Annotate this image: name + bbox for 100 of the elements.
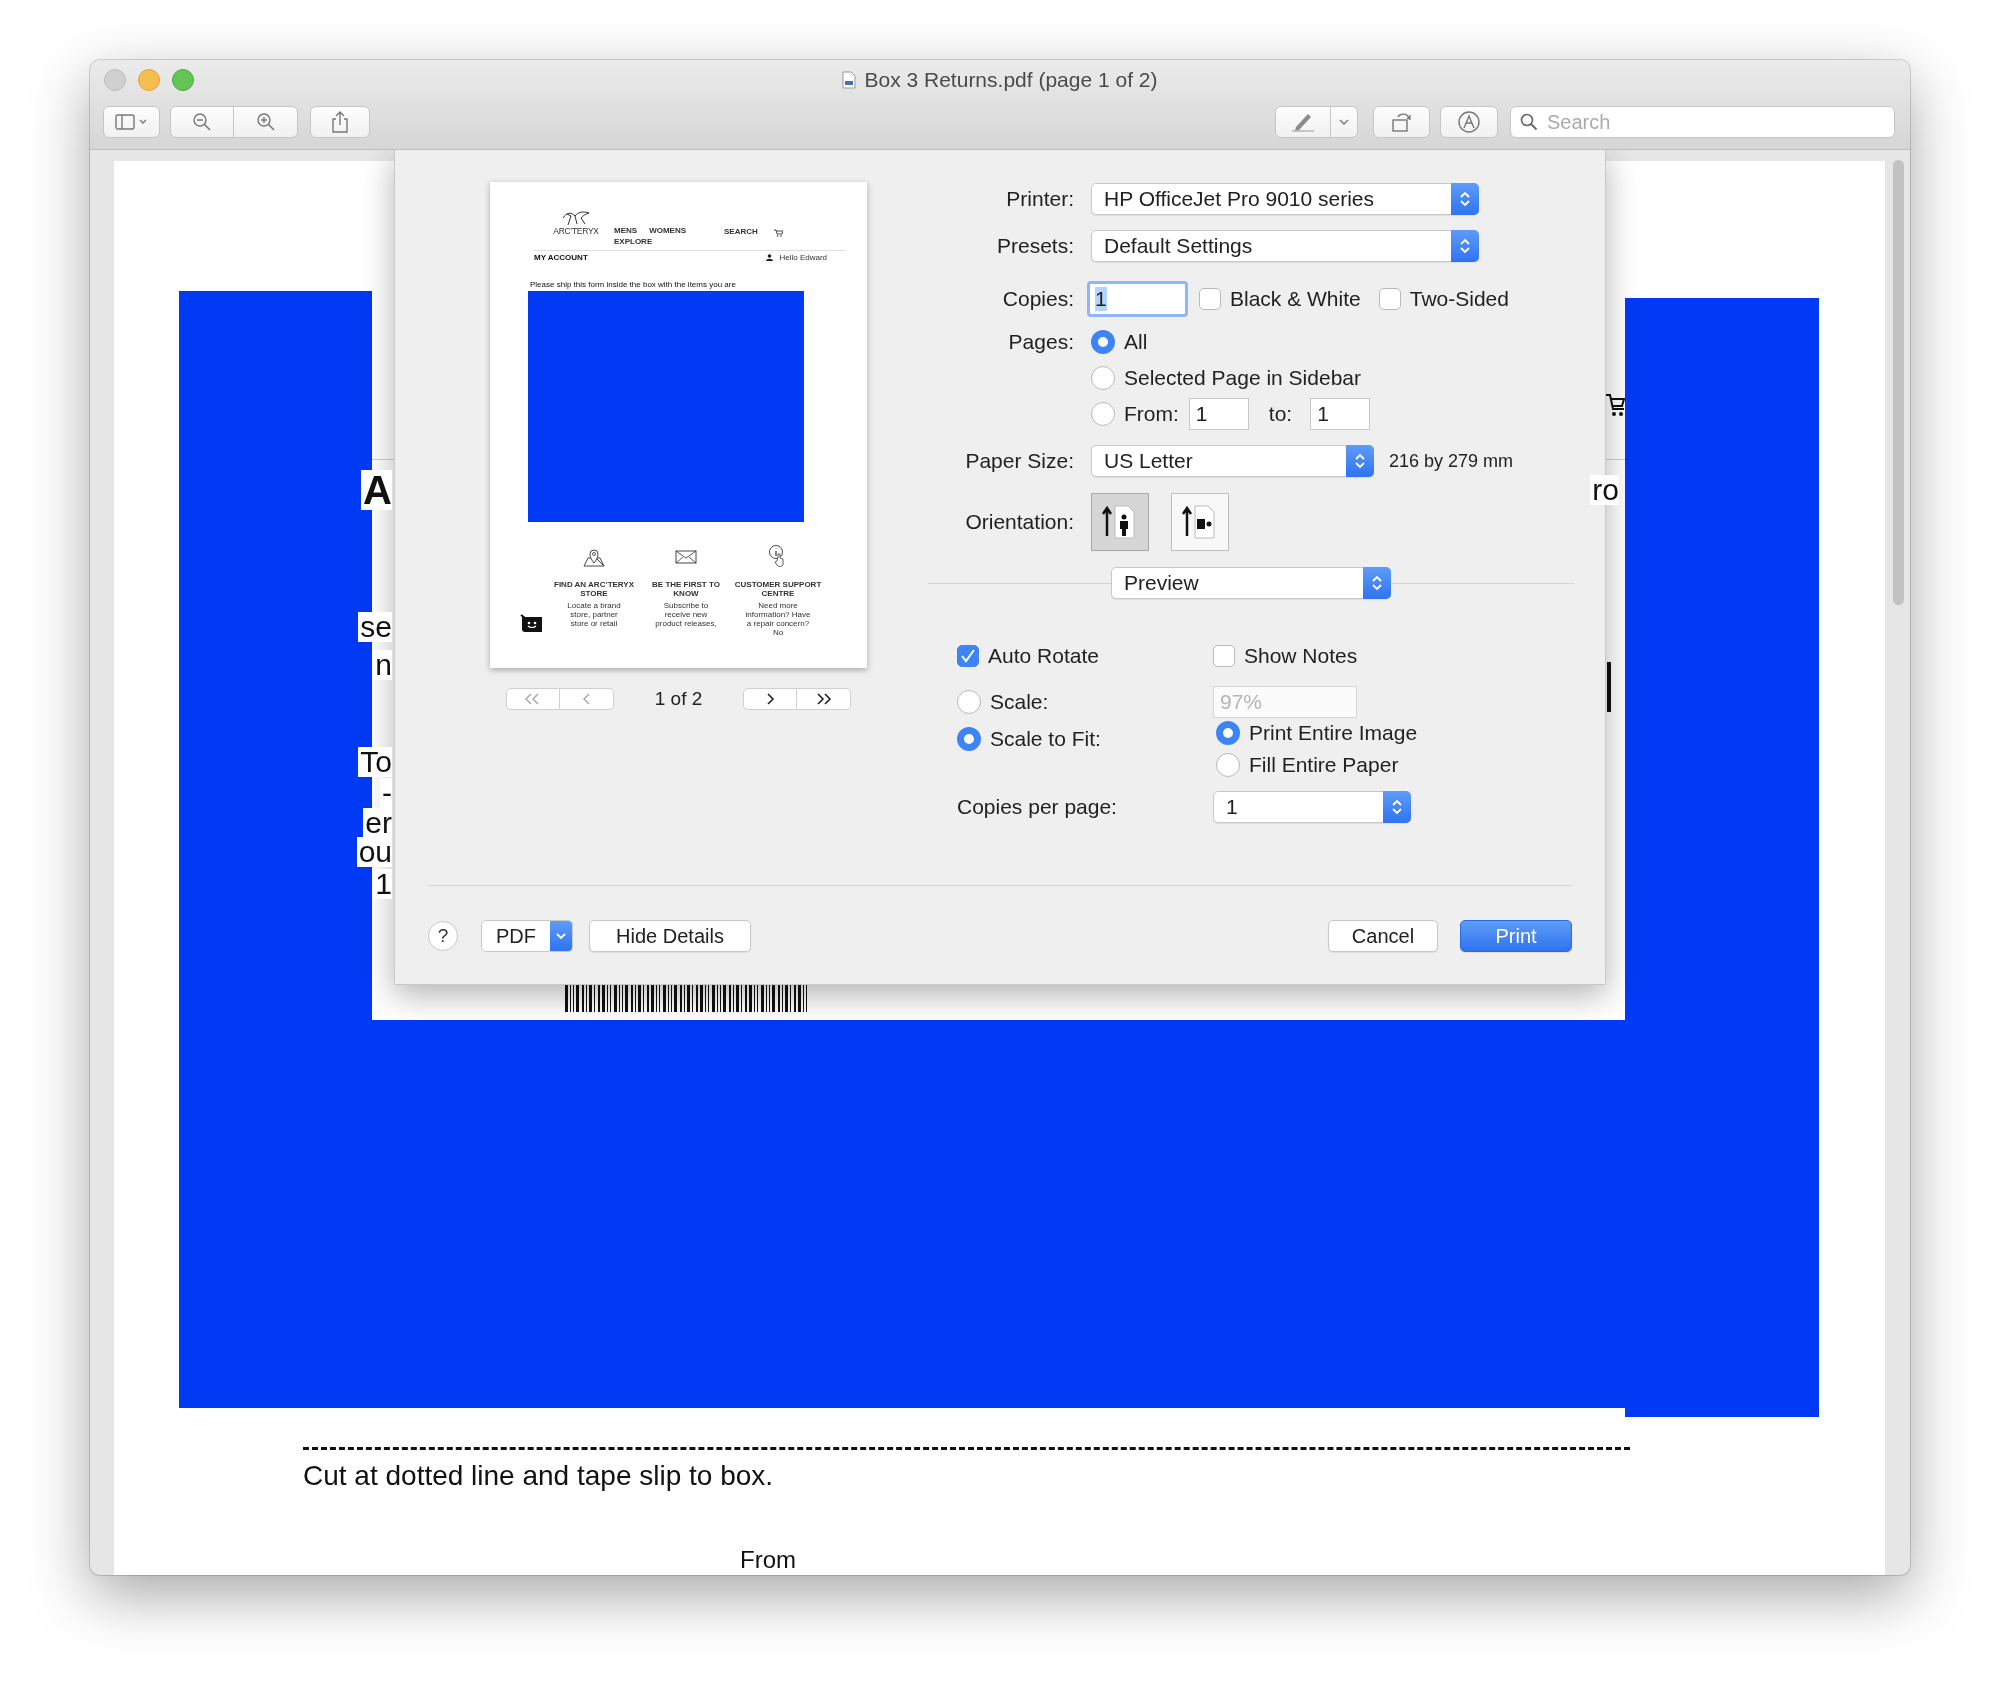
text-fragment: ou: [356, 837, 392, 867]
field-label: to:: [1268, 402, 1293, 426]
paper-dimensions: 216 by 279 mm: [1389, 450, 1514, 472]
field-label: Presets:: [995, 234, 1074, 258]
barcode-icon: [565, 985, 810, 1012]
help-button[interactable]: ?: [428, 921, 458, 951]
checkbox[interactable]: [1213, 645, 1235, 667]
next-page-button[interactable]: [743, 688, 797, 710]
zoom-in-icon: [255, 112, 276, 132]
field-label: Pages:: [1007, 330, 1074, 354]
section-popup[interactable]: Preview: [1111, 567, 1391, 599]
zoom-out-button[interactable]: [170, 106, 234, 138]
zoom-out-icon: [192, 112, 212, 132]
feature-title: CUSTOMER SUPPORT CENTRE: [733, 580, 823, 598]
feature-text: Locate a brand store, partner store or retail: [566, 601, 622, 628]
text-fragment: se: [358, 612, 392, 642]
annotate-button[interactable]: [1440, 106, 1498, 138]
radio-button[interactable]: [1216, 753, 1240, 777]
copies-field[interactable]: 1: [1087, 281, 1188, 317]
rotate-icon: [1389, 111, 1414, 133]
checkbox-label: Show Notes: [1244, 644, 1358, 668]
up-down-arrows-icon: [1370, 573, 1384, 593]
landscape-button[interactable]: [1171, 493, 1229, 551]
pen-tip-circle-icon: [1457, 110, 1481, 134]
rotate-button[interactable]: [1373, 106, 1430, 138]
up-down-arrows-icon: [1458, 189, 1472, 209]
last-page-button[interactable]: [797, 688, 851, 710]
text-fragment: A: [361, 470, 392, 510]
document-icon: [842, 71, 857, 89]
user-icon: [766, 254, 774, 261]
checkbox[interactable]: [1378, 288, 1401, 310]
scrollbar[interactable]: [1893, 160, 1904, 605]
radio-button[interactable]: [1216, 721, 1240, 745]
caret-icon: [555, 932, 567, 940]
first-page-button[interactable]: [506, 688, 560, 710]
cut-instruction: Cut at dotted line and tape slip to box.: [303, 1460, 774, 1492]
pen-icon: [1290, 111, 1316, 133]
radio-button[interactable]: [957, 727, 981, 751]
brand-name: ARC’TERYX: [553, 226, 599, 236]
portrait-button[interactable]: [1091, 493, 1149, 551]
feature-text: Need more information? Have a repair concern? No: [745, 601, 811, 637]
sidebar-icon: [114, 113, 149, 131]
bird-logo-icon: [561, 210, 591, 226]
presets-popup[interactable]: Default Settings: [1091, 230, 1479, 262]
markup-pen-button[interactable]: [1275, 106, 1331, 138]
up-down-arrows-icon: [1458, 236, 1472, 256]
search-field[interactable]: Search: [1510, 106, 1895, 138]
checkbox-label: Two-Sided: [1409, 287, 1509, 311]
radio-button[interactable]: [1091, 330, 1115, 354]
paper-size-popup[interactable]: US Letter: [1091, 445, 1374, 477]
page-indicator: 1 of 2: [654, 688, 703, 710]
checkbox[interactable]: [1199, 288, 1221, 310]
checkbox-label: Black & White: [1230, 287, 1361, 311]
radio-label: Scale:: [990, 690, 1049, 714]
from-page-field[interactable]: 1: [1188, 398, 1249, 430]
radio-label: Selected Page in Sidebar: [1124, 366, 1361, 390]
copies-per-page-popup[interactable]: 1: [1213, 791, 1411, 823]
search-icon: [1520, 113, 1538, 131]
minimize-button[interactable]: [138, 69, 160, 91]
field-label: Copies:: [1001, 287, 1074, 311]
feature-title: FIND AN ARC’TERYX STORE: [553, 580, 635, 598]
text-fragment: er: [363, 808, 392, 838]
cart-icon: [773, 229, 783, 237]
text-fragment: To: [358, 747, 392, 777]
share-button[interactable]: [310, 106, 370, 138]
field-label: Orientation:: [964, 510, 1074, 534]
chevron-left-icon-button[interactable]: [560, 688, 614, 710]
field-label: Printer:: [1005, 187, 1074, 211]
caret-icon: [1338, 118, 1350, 126]
chat-icon: [520, 614, 544, 634]
radio-button[interactable]: [1091, 402, 1115, 426]
checkbox[interactable]: [957, 645, 979, 667]
text-fragment: ro: [1590, 475, 1619, 505]
radio-button[interactable]: [1091, 366, 1115, 390]
pdf-menu-button[interactable]: PDF: [481, 920, 573, 952]
radio-label: Print Entire Image: [1249, 721, 1418, 745]
printer-popup[interactable]: HP OfficeJet Pro 9010 series: [1091, 183, 1479, 215]
cancel-button[interactable]: Cancel: [1328, 920, 1438, 952]
note-text: Please ship this form inside the box with the items you are: [530, 280, 737, 290]
radio-label: All: [1124, 330, 1148, 354]
from-label: From: [740, 1546, 796, 1574]
greeting: Hello Edward: [779, 253, 827, 262]
field-label: Copies per page:: [957, 795, 1117, 819]
radio-label: From:: [1124, 402, 1179, 426]
window-title: Box 3 Returns.pdf (page 1 of 2): [864, 68, 1158, 92]
to-page-field[interactable]: 1: [1310, 398, 1371, 430]
zoom-in-button[interactable]: [234, 106, 298, 138]
markup-menu-button[interactable]: [1331, 106, 1358, 138]
radio-label: Scale to Fit:: [990, 727, 1101, 751]
close-button[interactable]: [104, 69, 126, 91]
zoom-button[interactable]: [172, 69, 194, 91]
feature-title: BE THE FIRST TO KNOW: [651, 580, 721, 598]
share-icon: [331, 111, 349, 133]
sidebar-button[interactable]: [103, 106, 160, 138]
feature-text: Subscribe to receive new product releases,: [654, 601, 718, 628]
checkbox-label: Auto Rotate: [988, 644, 1099, 668]
page-heading: MY ACCOUNT: [534, 253, 588, 262]
radio-label: Fill Entire Paper: [1249, 753, 1399, 777]
chevron-right-icon: [765, 693, 775, 705]
hide-details-button[interactable]: Hide Details: [589, 920, 751, 952]
